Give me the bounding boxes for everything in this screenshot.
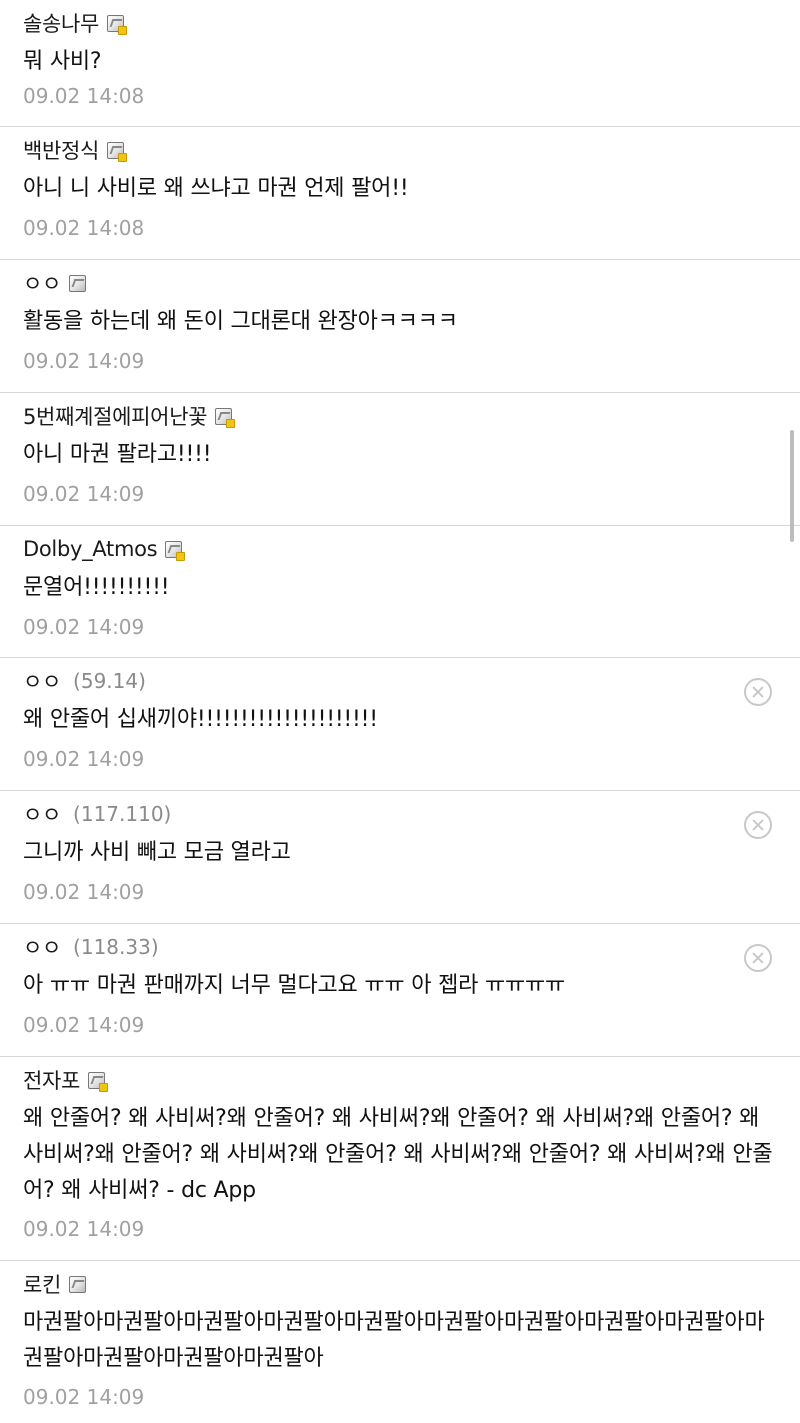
comment-nickname[interactable]: 백반정식 xyxy=(23,135,99,165)
comment-item: ㅇㅇ 활동을 하는데 왜 돈이 그대론대 완장아ㅋㅋㅋㅋ 09.02 14:09 xyxy=(0,260,800,393)
comment-item: 5번째계절에피어난꽃 아니 마권 팔라고!!!! 09.02 14:09 xyxy=(0,393,800,526)
fixed-nick-icon xyxy=(107,14,128,35)
comment-nickname[interactable]: ㅇㅇ xyxy=(23,932,61,962)
comment-nickname[interactable]: 5번째계절에피어난꽃 xyxy=(23,401,208,431)
comment-item: 로킨 마권팔아마권팔아마권팔아마권팔아마권팔아마권팔아마권팔아마권팔아마권팔아마… xyxy=(0,1261,800,1423)
comment-text: 뭐 사비? xyxy=(23,49,102,74)
comment-time: 09.02 14:08 xyxy=(23,216,145,240)
comment-header: Dolby_Atmos xyxy=(23,534,186,564)
comment-list: 솔송나무 뭐 사비? 09.02 14:08 백반정식 아니 니 사비로 왜 쓰… xyxy=(0,0,800,1423)
nick-icon xyxy=(69,274,87,292)
comment-text: 아니 마권 팔라고!!!! xyxy=(23,442,212,467)
fixed-nick-icon xyxy=(107,141,128,162)
comment-header: ㅇㅇ (117.110) xyxy=(23,799,171,829)
comment-header: 로킨 xyxy=(23,1269,87,1299)
comment-time: 09.02 14:09 xyxy=(23,880,145,904)
comment-ip: (118.33) xyxy=(73,935,159,959)
comment-text: 왜 안줄어? 왜 사비써?왜 안줄어? 왜 사비써?왜 안줄어? 왜 사비써?왜… xyxy=(23,1106,773,1203)
comment-header: ㅇㅇ (118.33) xyxy=(23,932,159,962)
comment-header: ㅇㅇ xyxy=(23,268,87,298)
comment-nickname[interactable]: 전자포 xyxy=(23,1065,80,1095)
comment-time: 09.02 14:09 xyxy=(23,1385,145,1409)
comment-header: 5번째계절에피어난꽃 xyxy=(23,401,236,431)
fixed-nick-icon xyxy=(165,540,186,561)
comment-time: 09.02 14:09 xyxy=(23,615,145,639)
comment-nickname[interactable]: 로킨 xyxy=(23,1269,61,1299)
comment-ip: (59.14) xyxy=(73,669,146,693)
comment-item: 솔송나무 뭐 사비? 09.02 14:08 xyxy=(0,0,800,127)
comment-nickname[interactable]: Dolby_Atmos xyxy=(23,537,158,561)
comment-item: Dolby_Atmos 문열어!!!!!!!!!! 09.02 14:09 xyxy=(0,526,800,658)
comment-nickname[interactable]: ㅇㅇ xyxy=(23,666,61,696)
comment-text: 아 ㅠㅠ 마권 판매까지 너무 멀다고요 ㅠㅠ 아 젭라 ㅠㅠㅠㅠ xyxy=(23,973,566,998)
comment-text: 문열어!!!!!!!!!! xyxy=(23,575,170,600)
comment-header: 백반정식 xyxy=(23,135,128,165)
comment-nickname[interactable]: 솔송나무 xyxy=(23,8,99,38)
comment-header: 전자포 xyxy=(23,1065,109,1095)
comment-header: ㅇㅇ (59.14) xyxy=(23,666,146,696)
comment-nickname[interactable]: ㅇㅇ xyxy=(23,268,61,298)
comment-time: 09.02 14:09 xyxy=(23,747,145,771)
comment-text: 그니까 사비 빼고 모금 열라고 xyxy=(23,840,291,865)
comment-item: ㅇㅇ (118.33) 아 ㅠㅠ 마권 판매까지 너무 멀다고요 ㅠㅠ 아 젭라… xyxy=(0,924,800,1057)
comment-time: 09.02 14:09 xyxy=(23,349,145,373)
comment-time: 09.02 14:08 xyxy=(23,84,145,108)
comment-text: 마권팔아마권팔아마권팔아마권팔아마권팔아마권팔아마권팔아마권팔아마권팔아마권팔아… xyxy=(23,1310,765,1371)
comment-item: 백반정식 아니 니 사비로 왜 쓰냐고 마권 언제 팔어!! 09.02 14:… xyxy=(0,127,800,260)
comment-text: 아니 니 사비로 왜 쓰냐고 마권 언제 팔어!! xyxy=(23,176,409,201)
comment-nickname[interactable]: ㅇㅇ xyxy=(23,799,61,829)
comment-header: 솔송나무 xyxy=(23,8,128,38)
fixed-nick-icon xyxy=(215,407,236,428)
comment-time: 09.02 14:09 xyxy=(23,482,145,506)
comment-ip: (117.110) xyxy=(73,802,172,826)
comment-text: 왜 안줄어 십새끼야!!!!!!!!!!!!!!!!!!!!! xyxy=(23,707,378,732)
comment-text: 활동을 하는데 왜 돈이 그대론대 완장아ㅋㅋㅋㅋ xyxy=(23,309,458,334)
comment-item: 전자포 왜 안줄어? 왜 사비써?왜 안줄어? 왜 사비써?왜 안줄어? 왜 사… xyxy=(0,1057,800,1261)
comment-item: ㅇㅇ (59.14) 왜 안줄어 십새끼야!!!!!!!!!!!!!!!!!!!… xyxy=(0,658,800,791)
comment-time: 09.02 14:09 xyxy=(23,1013,145,1037)
nick-icon xyxy=(69,1275,87,1293)
comment-time: 09.02 14:09 xyxy=(23,1217,145,1241)
scrollbar[interactable] xyxy=(790,430,794,542)
fixed-nick-icon xyxy=(88,1071,109,1092)
comment-item: ㅇㅇ (117.110) 그니까 사비 빼고 모금 열라고 09.02 14:0… xyxy=(0,791,800,924)
